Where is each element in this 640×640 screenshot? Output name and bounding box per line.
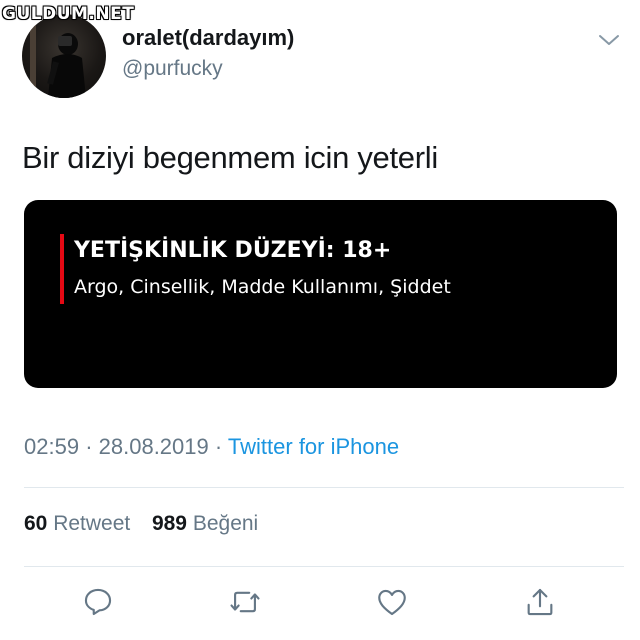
display-name[interactable]: oralet(dardayım)	[122, 25, 294, 51]
tweet-media[interactable]: YETİŞKİNLİK DÜZEYİ: 18+ Argo, Cinsellik,…	[24, 200, 617, 388]
meta-separator: ·	[214, 434, 223, 459]
like-label[interactable]: Beğeni	[193, 512, 258, 535]
rating-accent-bar	[60, 234, 64, 304]
retweet-label[interactable]: Retweet	[53, 512, 130, 535]
tweet-time: 02:59	[24, 434, 80, 459]
avatar-photo	[30, 14, 86, 98]
tweet-source-link[interactable]: Twitter for iPhone	[228, 434, 399, 459]
rating-title: YETİŞKİNLİK DÜZEYİ: 18+	[74, 238, 392, 263]
avatar[interactable]	[22, 14, 106, 98]
rating-description: Argo, Cinsellik, Madde Kullanımı, Şiddet	[74, 276, 451, 298]
user-handle[interactable]: @purfucky	[122, 57, 223, 81]
retweet-icon[interactable]	[227, 584, 263, 620]
engagement-stats: 60 Retweet 989 Beğeni	[24, 512, 258, 536]
tweet-meta: 02:59 · 28.08.2019 · Twitter for iPhone	[24, 434, 399, 460]
like-count[interactable]: 989	[152, 512, 187, 535]
divider	[24, 487, 624, 488]
like-icon[interactable]	[374, 584, 410, 620]
watermark: GULDUM.NET	[2, 4, 135, 24]
reply-icon[interactable]	[80, 584, 116, 620]
retweet-count[interactable]: 60	[24, 512, 47, 535]
meta-separator: ·	[85, 434, 93, 459]
share-icon[interactable]	[522, 584, 558, 620]
tweet-text: Bir diziyi begenmem icin yeterli	[22, 140, 438, 175]
tweet-date: 28.08.2019	[98, 434, 209, 459]
divider	[24, 566, 624, 567]
chevron-down-icon[interactable]	[597, 30, 621, 50]
